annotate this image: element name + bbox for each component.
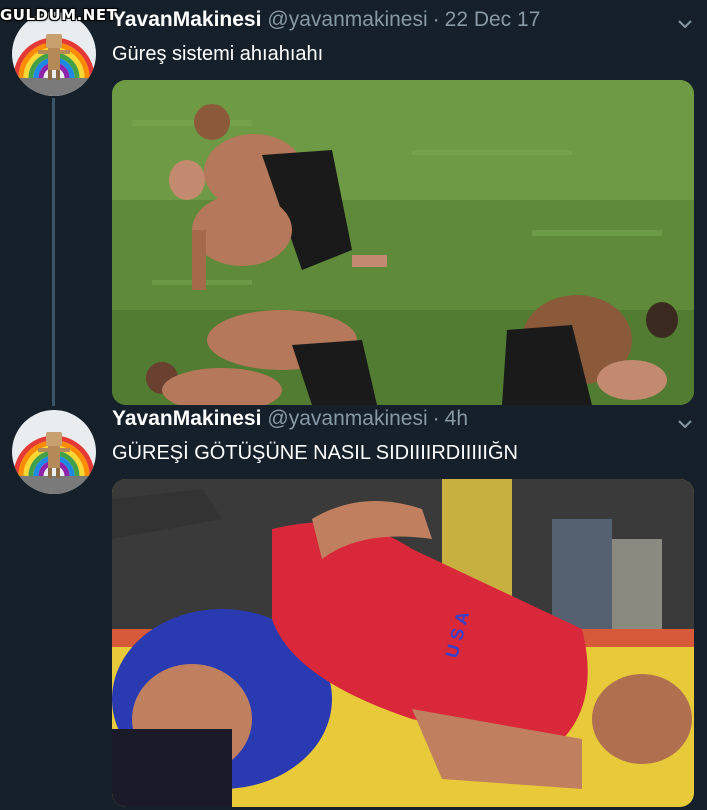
tweet-text: Güreş sistemi ahıahıahı	[112, 43, 324, 65]
display-name[interactable]: YavanMakinesi	[112, 407, 261, 431]
timestamp[interactable]: 22 Dec 17	[445, 8, 541, 32]
tweet-header: YavanMakinesi @yavanmakinesi · 22 Dec 17	[112, 8, 540, 38]
tweet-photo[interactable]	[112, 80, 694, 405]
tweet-photo[interactable]: U S A	[112, 479, 694, 807]
avatar[interactable]	[12, 12, 96, 96]
display-name[interactable]: YavanMakinesi	[112, 8, 261, 32]
separator-dot: ·	[432, 8, 440, 31]
tweet-header: YavanMakinesi @yavanmakinesi · 4h	[112, 407, 468, 437]
handle[interactable]: @yavanmakinesi	[267, 8, 427, 32]
chevron-down-icon[interactable]	[675, 14, 695, 34]
tweet-text: GÜREŞİ GÖTÜŞÜNE NASIL SIDIIIIRDIIIIIĞN	[112, 442, 518, 464]
timestamp[interactable]: 4h	[445, 407, 468, 431]
separator-dot: ·	[432, 407, 440, 430]
watermark-logo: GULDUM.NET	[0, 6, 118, 24]
chevron-down-icon[interactable]	[675, 414, 695, 434]
handle[interactable]: @yavanmakinesi	[267, 407, 427, 431]
thread-line	[52, 98, 55, 406]
avatar[interactable]	[12, 410, 96, 494]
